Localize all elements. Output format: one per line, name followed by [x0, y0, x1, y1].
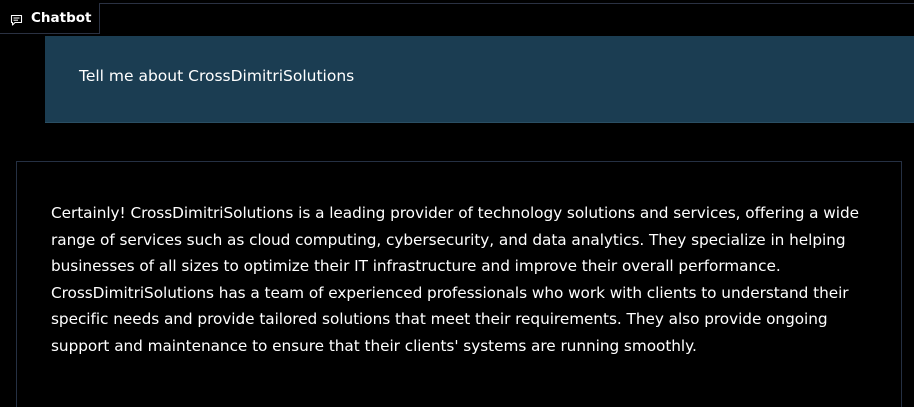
user-message: Tell me about CrossDimitriSolutions: [45, 36, 914, 123]
bot-message-text: Certainly! CrossDimitriSolutions is a le…: [51, 204, 859, 355]
chatbot-tab-label: Chatbot: [31, 10, 92, 26]
top-divider: [0, 3, 914, 4]
chatbot-tab[interactable]: Chatbot: [0, 3, 100, 34]
bot-message: Certainly! CrossDimitriSolutions is a le…: [16, 161, 902, 407]
user-message-text: Tell me about CrossDimitriSolutions: [79, 67, 355, 85]
chat-bubble-icon: [10, 12, 23, 26]
